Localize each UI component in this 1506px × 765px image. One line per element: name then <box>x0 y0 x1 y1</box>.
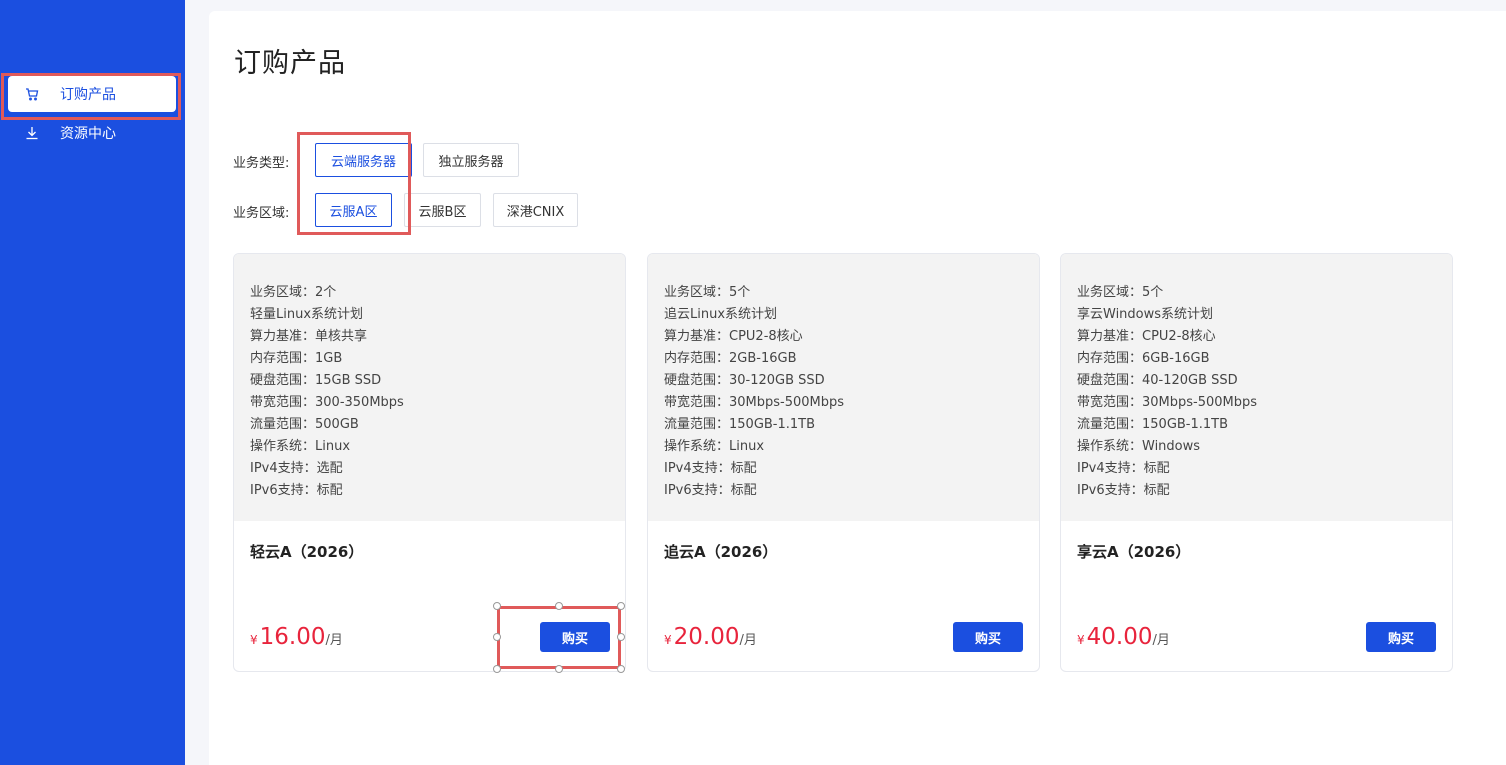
spec-line: 操作系统：Windows <box>1077 439 1201 454</box>
spec-line: 流量范围：500GB <box>250 417 359 432</box>
spec-line: 流量范围：150GB-1.1TB <box>664 417 816 432</box>
spec-line: 带宽范围：300-350Mbps <box>250 395 404 410</box>
spec-line: IPv6支持：标配 <box>1077 483 1170 498</box>
product-specs: 业务区域：2个 轻量Linux系统计划 算力基准：单核共享 内存范围：1GB 硬… <box>234 254 625 521</box>
region-option-b[interactable]: 云服B区 <box>404 193 481 227</box>
price-currency: ¥ <box>664 633 672 647</box>
product-card: 业务区域：2个 轻量Linux系统计划 算力基准：单核共享 内存范围：1GB 硬… <box>233 253 626 672</box>
region-option-cnix[interactable]: 深港CNIX <box>493 193 578 227</box>
spec-line: 追云Linux系统计划 <box>664 307 778 322</box>
spec-line: IPv6支持：标配 <box>664 483 757 498</box>
spec-line: 算力基准：单核共享 <box>250 329 368 344</box>
spec-line: 硬盘范围：30-120GB SSD <box>664 373 825 388</box>
spec-line: 业务区域：5个 <box>664 285 751 300</box>
spec-line: 操作系统：Linux <box>664 439 765 454</box>
spec-line: 业务区域：2个 <box>250 285 337 300</box>
spec-line: 内存范围：6GB-16GB <box>1077 351 1210 366</box>
sidebar-item-resource-center[interactable]: 资源中心 <box>8 115 176 151</box>
product-price: ¥ 40.00 /月 <box>1077 624 1170 650</box>
price-unit: /月 <box>739 633 757 648</box>
product-price: ¥ 16.00 /月 <box>250 624 343 650</box>
spec-line: 业务区域：5个 <box>1077 285 1164 300</box>
resize-handle[interactable] <box>617 665 625 673</box>
spec-line: 轻量Linux系统计划 <box>250 307 364 322</box>
spec-line: 算力基准：CPU2-8核心 <box>664 329 803 344</box>
product-card: 业务区域：5个 追云Linux系统计划 算力基准：CPU2-8核心 内存范围：2… <box>647 253 1040 672</box>
spec-line: IPv4支持：选配 <box>250 461 343 476</box>
region-option-a[interactable]: 云服A区 <box>315 193 392 227</box>
price-currency: ¥ <box>250 633 258 647</box>
spec-line: 带宽范围：30Mbps-500Mbps <box>664 395 845 410</box>
spec-line: 带宽范围：30Mbps-500Mbps <box>1077 395 1258 410</box>
product-name: 追云A（2026） <box>664 543 778 561</box>
product-card: 业务区域：5个 享云Windows系统计划 算力基准：CPU2-8核心 内存范围… <box>1060 253 1453 672</box>
business-region-label: 业务区域: <box>233 206 290 221</box>
price-currency: ¥ <box>1077 633 1085 647</box>
price-amount: 16.00 <box>259 624 326 650</box>
product-name: 轻云A（2026） <box>250 543 364 561</box>
business-type-label: 业务类型: <box>233 156 290 171</box>
spec-line: 内存范围：1GB <box>250 351 343 366</box>
spec-line: 算力基准：CPU2-8核心 <box>1077 329 1216 344</box>
resize-handle[interactable] <box>555 602 563 610</box>
price-unit: /月 <box>1152 633 1170 648</box>
resize-handle[interactable] <box>555 665 563 673</box>
main-panel: 订购产品 业务类型: 云端服务器 独立服务器 业务区域: 云服A区 云服B区 深… <box>209 11 1506 765</box>
product-specs: 业务区域：5个 享云Windows系统计划 算力基准：CPU2-8核心 内存范围… <box>1061 254 1452 521</box>
spec-line: IPv4支持：标配 <box>1077 461 1170 476</box>
spec-line: IPv4支持：标配 <box>664 461 757 476</box>
spec-line: 硬盘范围：15GB SSD <box>250 373 382 388</box>
spec-line: 硬盘范围：40-120GB SSD <box>1077 373 1238 388</box>
cart-icon <box>24 86 40 102</box>
price-unit: /月 <box>325 633 343 648</box>
spec-line: 流量范围：150GB-1.1TB <box>1077 417 1229 432</box>
spec-line: IPv6支持：标配 <box>250 483 343 498</box>
price-amount: 40.00 <box>1086 624 1153 650</box>
product-price: ¥ 20.00 /月 <box>664 624 757 650</box>
sidebar: 订购产品 资源中心 <box>0 0 185 765</box>
page-title: 订购产品 <box>234 48 346 79</box>
sidebar-item-label: 资源中心 <box>60 126 116 142</box>
resize-handle[interactable] <box>617 602 625 610</box>
price-amount: 20.00 <box>673 624 740 650</box>
business-type-option-dedicated[interactable]: 独立服务器 <box>423 143 519 177</box>
sidebar-item-label: 订购产品 <box>60 87 116 103</box>
download-icon <box>24 125 40 141</box>
resize-handle[interactable] <box>493 602 501 610</box>
buy-button[interactable]: 购买 <box>953 622 1023 652</box>
resize-handle[interactable] <box>493 665 501 673</box>
product-name: 享云A（2026） <box>1077 543 1191 561</box>
resize-handle[interactable] <box>617 633 625 641</box>
sidebar-item-order-products[interactable]: 订购产品 <box>8 76 176 112</box>
buy-button[interactable]: 购买 <box>1366 622 1436 652</box>
product-specs: 业务区域：5个 追云Linux系统计划 算力基准：CPU2-8核心 内存范围：2… <box>648 254 1039 521</box>
business-type-option-cloud[interactable]: 云端服务器 <box>315 143 412 177</box>
spec-line: 操作系统：Linux <box>250 439 351 454</box>
spec-line: 享云Windows系统计划 <box>1077 307 1214 322</box>
buy-button[interactable]: 购买 <box>540 622 610 652</box>
spec-line: 内存范围：2GB-16GB <box>664 351 797 366</box>
resize-handle[interactable] <box>493 633 501 641</box>
